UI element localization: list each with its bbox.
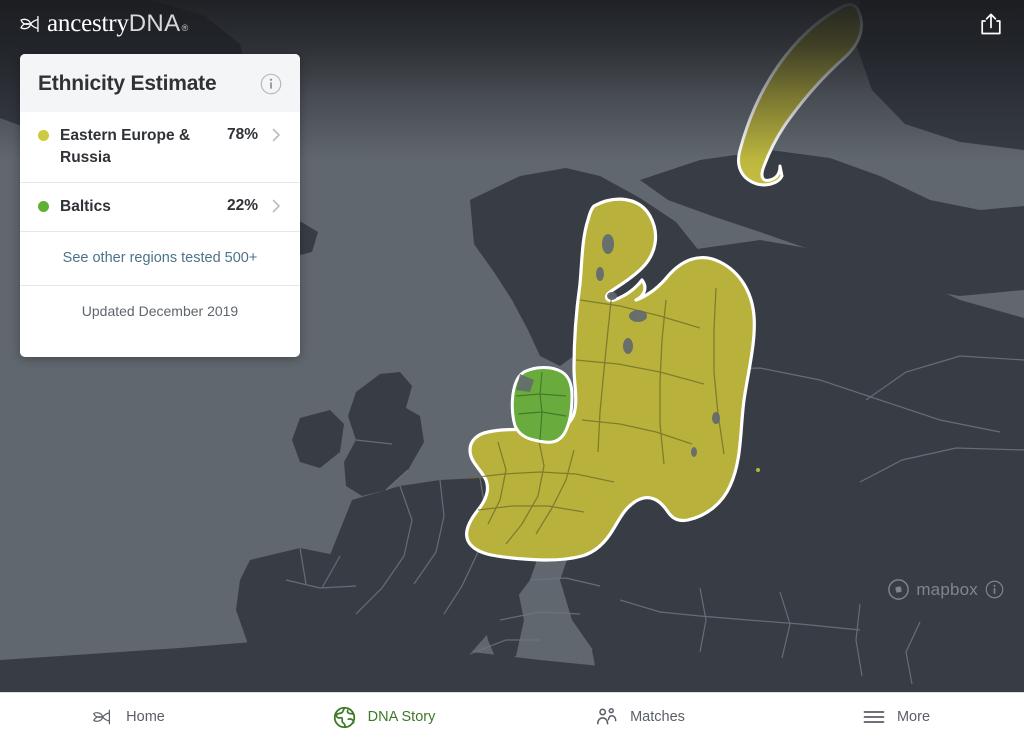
see-other-regions-button[interactable]: See other regions tested 500+ — [20, 231, 300, 285]
share-button[interactable] — [976, 9, 1006, 39]
region-color-swatch — [38, 201, 49, 212]
share-upload-icon — [981, 13, 1001, 35]
region-percent: 22% — [226, 197, 258, 214]
globe-icon — [333, 705, 357, 729]
ancestry-leaf-icon — [91, 705, 115, 729]
nav-item-more[interactable]: More — [768, 693, 1024, 741]
brand-logo: ancestry DNA ® — [18, 10, 188, 38]
nav-label-dna-story: DNA Story — [367, 709, 436, 725]
region-row-eastern-europe-russia[interactable]: Eastern Europe & Russia 78% — [20, 112, 300, 182]
nav-label-more: More — [896, 709, 931, 725]
brand-name-secondary: DNA — [128, 10, 181, 37]
updated-label: Updated December 2019 — [81, 303, 239, 319]
nav-item-dna-story[interactable]: DNA Story — [256, 693, 512, 741]
info-circle-icon[interactable] — [985, 580, 1004, 599]
nav-item-home[interactable]: Home — [0, 693, 256, 741]
region-color-swatch — [38, 130, 49, 141]
page-title: Ethnicity Estimate — [38, 72, 217, 95]
app-header: ancestry DNA ® — [0, 0, 1024, 48]
see-other-regions-label: See other regions tested 500+ — [62, 250, 258, 266]
chevron-right-icon — [272, 199, 280, 213]
mapbox-attribution[interactable]: mapbox — [888, 579, 1004, 600]
ancestry-leaf-icon — [20, 15, 39, 33]
hamburger-menu-icon — [862, 705, 886, 729]
bottom-navigation-bar: Home DNA Story Matches More — [0, 692, 1024, 741]
nav-label-matches: Matches — [630, 709, 685, 725]
mapbox-logo-icon — [888, 579, 910, 600]
region-name: Baltics — [60, 198, 111, 215]
ethnicity-estimate-card: Ethnicity Estimate Eastern Europe & Russ… — [20, 54, 300, 357]
region-baltics[interactable] — [510, 366, 574, 444]
app-root: mapbox ancestry DNA ® Ethnicity Estimate… — [0, 0, 1024, 741]
mapbox-label: mapbox — [916, 579, 978, 599]
nav-item-matches[interactable]: Matches — [512, 693, 768, 741]
nav-label-home: Home — [126, 709, 165, 725]
card-header: Ethnicity Estimate — [20, 54, 300, 112]
region-percent: 78% — [226, 126, 258, 143]
region-name: Eastern Europe & Russia — [60, 127, 191, 166]
brand-name-primary: ancestry — [47, 10, 129, 37]
updated-row: Updated December 2019 — [20, 285, 300, 357]
people-icon — [595, 705, 619, 729]
chevron-right-icon — [272, 128, 280, 142]
brand-trademark: ® — [181, 23, 189, 33]
region-row-baltics[interactable]: Baltics 22% — [20, 182, 300, 231]
info-circle-icon[interactable] — [260, 73, 282, 95]
